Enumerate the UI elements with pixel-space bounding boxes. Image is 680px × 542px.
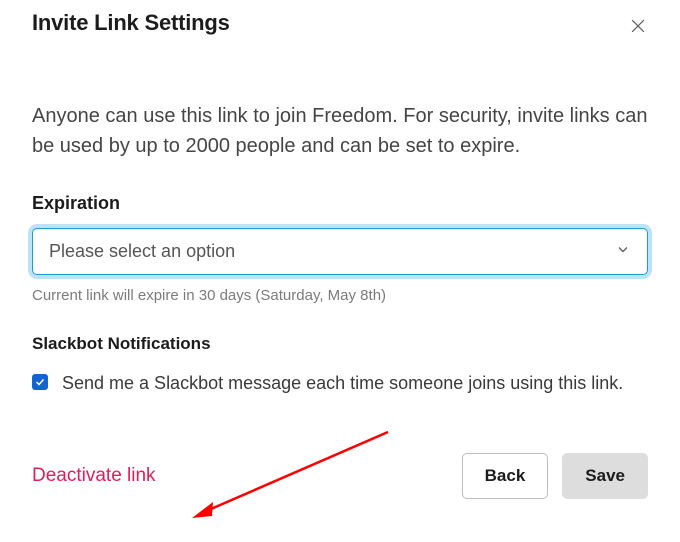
save-button[interactable]: Save	[562, 453, 648, 499]
expiration-select[interactable]: Please select an option	[32, 228, 648, 275]
notification-checkbox[interactable]	[32, 374, 48, 390]
close-button[interactable]	[624, 12, 652, 43]
notifications-heading: Slackbot Notifications	[32, 334, 648, 354]
dialog-title: Invite Link Settings	[32, 10, 230, 36]
back-button[interactable]: Back	[462, 453, 549, 499]
invite-link-settings-dialog: Invite Link Settings Anyone can use this…	[0, 0, 680, 519]
chevron-down-icon	[615, 241, 631, 262]
expiration-label: Expiration	[32, 193, 648, 214]
expiration-select-wrapper: Please select an option	[32, 228, 648, 275]
dialog-description: Anyone can use this link to join Freedom…	[32, 101, 648, 161]
dialog-header: Invite Link Settings	[32, 10, 648, 43]
notification-checkbox-row: Send me a Slackbot message each time som…	[32, 370, 648, 397]
deactivate-link-button[interactable]: Deactivate link	[32, 465, 156, 487]
close-icon	[628, 16, 648, 36]
notification-checkbox-label[interactable]: Send me a Slackbot message each time som…	[62, 370, 623, 397]
dialog-footer: Deactivate link Back Save	[32, 453, 648, 499]
expiration-helper-text: Current link will expire in 30 days (Sat…	[32, 287, 648, 304]
expiration-select-placeholder: Please select an option	[49, 241, 235, 262]
footer-buttons: Back Save	[462, 453, 648, 499]
check-icon	[34, 376, 46, 388]
